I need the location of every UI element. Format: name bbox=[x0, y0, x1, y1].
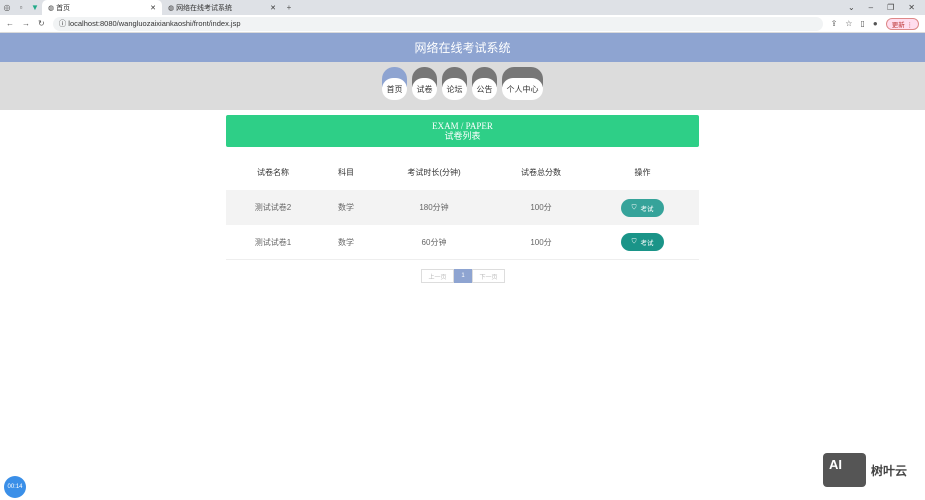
banner-en: EXAM / PAPER bbox=[432, 121, 493, 131]
globe-icon: ◍ bbox=[48, 4, 55, 12]
nav-papers[interactable]: 试卷 bbox=[412, 67, 437, 103]
nav-forum[interactable]: 论坛 bbox=[442, 67, 467, 103]
table-row: 测试试卷2 数学 180分钟 100分 ⛉ 考试 bbox=[226, 190, 699, 225]
table-row: 测试试卷1 数学 60分钟 100分 ⛉ 考试 bbox=[226, 225, 699, 260]
paper-table: 试卷名称 科目 考试时长(分钟) 试卷总分数 操作 测试试卷2 数学 180分钟… bbox=[226, 155, 699, 260]
col-header: 考试时长(分钟) bbox=[407, 168, 461, 177]
forward-icon[interactable]: → bbox=[22, 19, 30, 28]
section-banner: EXAM / PAPER 试卷列表 bbox=[226, 115, 699, 147]
share-icon[interactable]: ⇪ bbox=[831, 19, 838, 28]
paper-name: 测试试卷1 bbox=[254, 237, 292, 247]
tab-home[interactable]: ◍ 首页 ✕ bbox=[42, 0, 162, 15]
globe-icon: ◍ bbox=[168, 4, 175, 12]
watermark-logo: AI 树叶云 bbox=[823, 453, 907, 487]
subject: 数学 bbox=[338, 203, 354, 212]
banner-cn: 试卷列表 bbox=[444, 131, 481, 141]
nav-home[interactable]: 首页 bbox=[382, 67, 407, 103]
recording-timer[interactable]: 00:14 bbox=[4, 476, 26, 498]
col-header: 试卷总分数 bbox=[521, 168, 561, 177]
pagination: 上一页 1 下一页 bbox=[421, 269, 505, 283]
back-icon[interactable]: ← bbox=[6, 19, 14, 28]
shield-check-icon: ⛉ bbox=[631, 238, 637, 245]
site-header: 网络在线考试系统 bbox=[0, 33, 925, 62]
duration: 60分钟 bbox=[421, 237, 447, 247]
take-exam-button[interactable]: ⛉ 考试 bbox=[621, 233, 664, 251]
total-score: 100分 bbox=[530, 203, 552, 212]
browser-icon[interactable]: ◎ bbox=[0, 3, 14, 12]
table-header: 试卷名称 科目 考试时长(分钟) 试卷总分数 操作 bbox=[226, 155, 699, 190]
close-window-icon[interactable]: ✕ bbox=[908, 3, 915, 12]
main-nav: 首页 试卷 论坛 公告 个人中心 bbox=[0, 62, 925, 110]
close-icon[interactable]: ✕ bbox=[270, 4, 276, 12]
url-input[interactable]: ⓘ localhost:8080/wangluozaixiankaoshi/fr… bbox=[52, 16, 823, 31]
subject: 数学 bbox=[338, 237, 354, 247]
duration: 180分钟 bbox=[419, 203, 449, 212]
browser-tab-bar: ◎ ▫ ▼ ◍ 首页 ✕ ◍ 网络在线考试系统 ✕ + ⌄ – ❐ ✕ bbox=[0, 0, 925, 15]
profile-icon[interactable]: ● bbox=[873, 19, 878, 28]
nav-notices[interactable]: 公告 bbox=[472, 67, 497, 103]
shield-check-icon: ⛉ bbox=[631, 203, 637, 211]
address-bar: ← → ↻ ⓘ localhost:8080/wangluozaixiankao… bbox=[0, 15, 925, 33]
star-icon[interactable]: ☆ bbox=[845, 19, 852, 28]
col-header: 操作 bbox=[634, 168, 651, 177]
take-exam-button[interactable]: ⛉ 考试 bbox=[621, 198, 664, 217]
new-tab-button[interactable]: + bbox=[282, 3, 296, 12]
prev-page-button[interactable]: 上一页 bbox=[421, 269, 454, 283]
page-1-button[interactable]: 1 bbox=[454, 269, 472, 283]
total-score: 100分 bbox=[530, 237, 552, 247]
col-header: 科目 bbox=[338, 168, 354, 177]
sidepanel-icon[interactable]: ▯ bbox=[860, 19, 864, 28]
update-button[interactable]: 更新 ⋮ bbox=[885, 17, 919, 30]
minimize-icon[interactable]: – bbox=[869, 3, 873, 12]
nav-profile[interactable]: 个人中心 bbox=[502, 67, 543, 103]
restore-icon[interactable]: ❐ bbox=[887, 3, 894, 12]
reload-icon[interactable]: ↻ bbox=[38, 19, 45, 28]
tab-exam-system[interactable]: ◍ 网络在线考试系统 ✕ bbox=[162, 0, 282, 15]
vue-icon[interactable]: ▼ bbox=[28, 3, 42, 12]
next-page-button[interactable]: 下一页 bbox=[472, 269, 505, 283]
close-icon[interactable]: ✕ bbox=[150, 4, 156, 12]
blank-tab-icon[interactable]: ▫ bbox=[14, 3, 28, 12]
tab-list-icon[interactable]: ⌄ bbox=[848, 3, 855, 12]
info-icon: ⓘ bbox=[58, 19, 69, 28]
paper-name: 测试试卷2 bbox=[254, 203, 292, 212]
site-title: 网络在线考试系统 bbox=[414, 41, 511, 55]
col-header: 试卷名称 bbox=[257, 168, 289, 177]
